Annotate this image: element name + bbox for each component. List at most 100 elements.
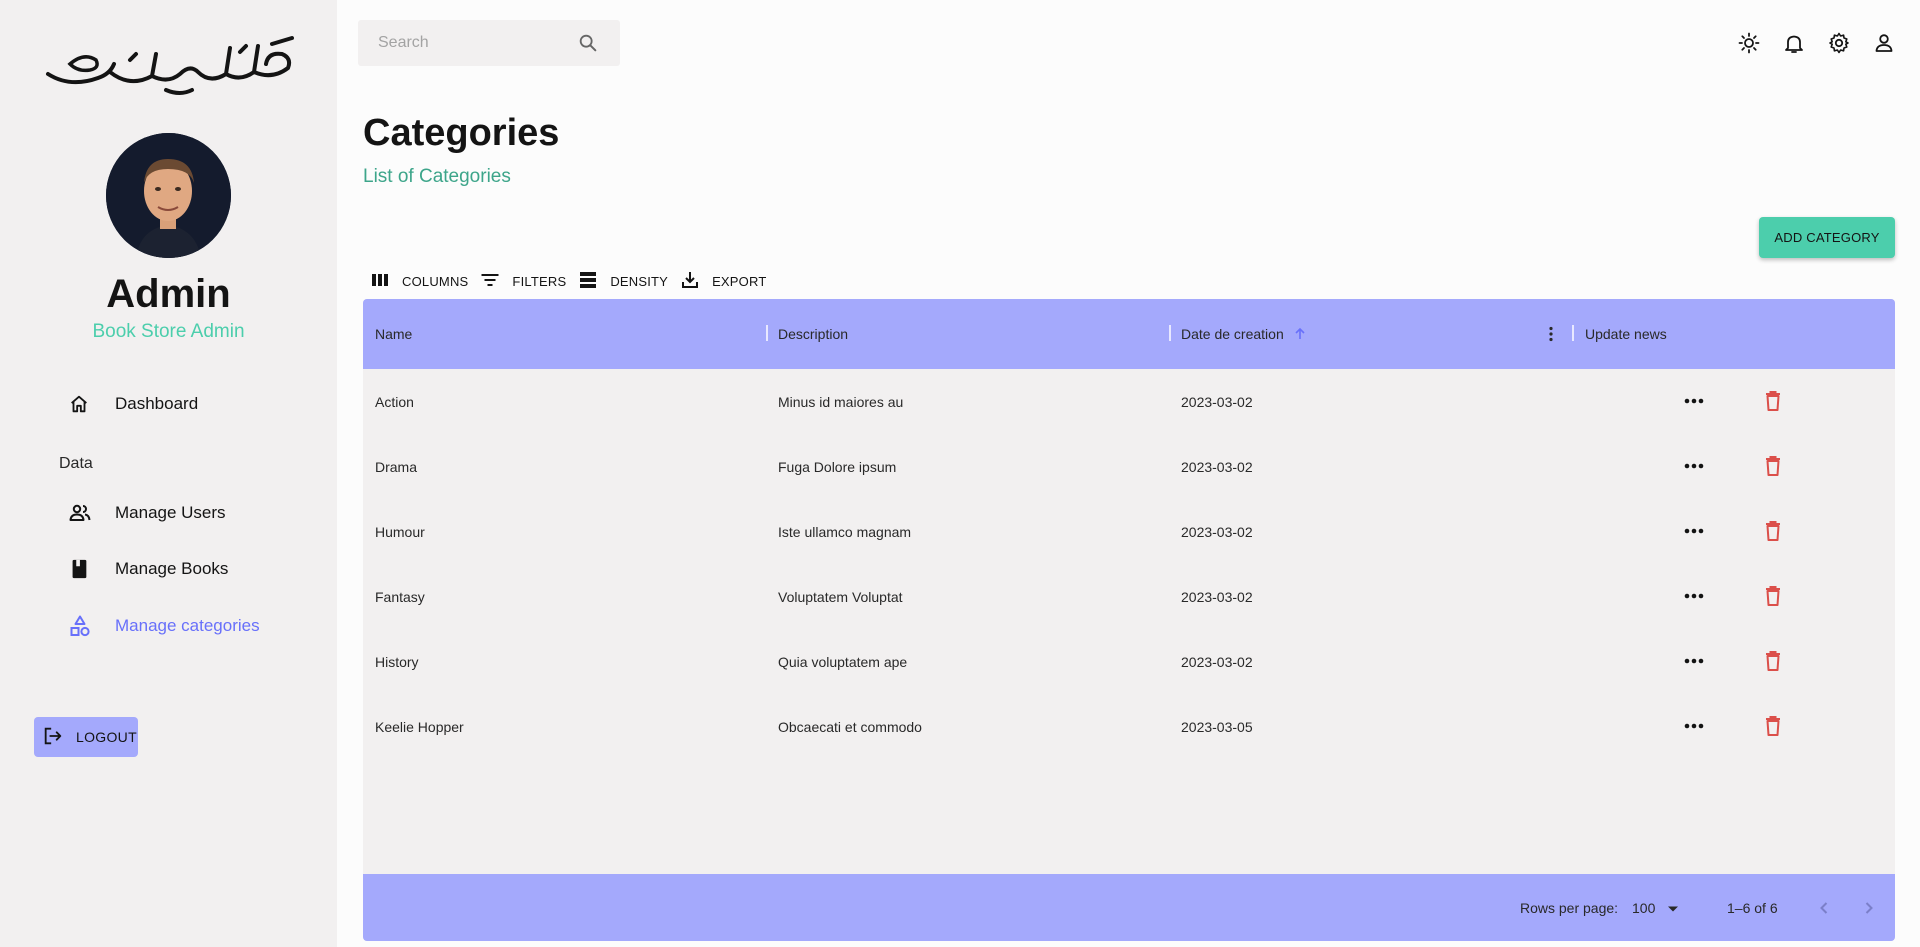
delete-icon[interactable]: [1755, 708, 1791, 744]
table-row: Action Minus id maiores au 2023-03-02: [363, 369, 1895, 434]
avatar: [106, 133, 231, 258]
column-header-name[interactable]: Name: [375, 299, 412, 369]
cell-name: Drama: [375, 458, 418, 475]
search-bar: [358, 20, 620, 66]
column-header-date[interactable]: Date de creation: [1181, 299, 1308, 369]
sort-ascending-icon[interactable]: [1292, 326, 1308, 342]
profile-role: Book Store Admin: [92, 321, 245, 342]
delete-icon[interactable]: [1755, 448, 1791, 484]
table-row: Drama Fuga Dolore ipsum 2023-03-02: [363, 434, 1895, 499]
caret-down-icon: [1667, 900, 1679, 916]
cell-name: Fantasy: [375, 588, 425, 605]
export-label: EXPORT: [712, 273, 767, 289]
chevron-right-icon[interactable]: [1851, 890, 1887, 926]
person-icon[interactable]: [1861, 20, 1906, 65]
more-options-icon[interactable]: [1676, 708, 1712, 744]
profile-name: Admin: [106, 272, 231, 316]
column-header-description[interactable]: Description: [778, 299, 848, 369]
delete-icon[interactable]: [1755, 383, 1791, 419]
sidebar-item-dashboard[interactable]: Dashboard: [60, 384, 198, 424]
cell-description: Obcaecati et commodo: [778, 718, 922, 735]
categories-table: Name Description Date de creation Update…: [363, 299, 1895, 941]
table-row: History Quia voluptatem ape 2023-03-02: [363, 629, 1895, 694]
column-menu-icon[interactable]: [1543, 299, 1559, 369]
sidebar-item-label: Dashboard: [115, 394, 199, 413]
delete-icon[interactable]: [1755, 578, 1791, 614]
light-mode-icon[interactable]: [1726, 20, 1771, 65]
brand-logo: [46, 36, 294, 95]
more-options-icon[interactable]: [1676, 383, 1712, 419]
cell-name: Keelie Hopper: [375, 718, 464, 735]
export-button[interactable]: EXPORT: [680, 270, 766, 293]
columns-button[interactable]: COLUMNS: [370, 270, 468, 293]
more-options-icon[interactable]: [1676, 643, 1712, 679]
more-options-icon[interactable]: [1676, 448, 1712, 484]
cell-date: 2023-03-02: [1181, 588, 1253, 605]
rows-per-page-value: 100: [1632, 899, 1656, 916]
home-icon: [60, 392, 100, 416]
cell-date: 2023-03-02: [1181, 393, 1253, 410]
logout-button[interactable]: LOGOUT: [34, 717, 138, 757]
grid-toolbar: COLUMNS FILTERS DENSITY EXPORT: [370, 268, 778, 294]
people-icon: [60, 501, 100, 525]
column-separator[interactable]: [766, 325, 768, 341]
cell-description: Iste ullamco magnam: [778, 523, 912, 540]
sidebar-item-manage-categories[interactable]: Manage categories: [60, 606, 260, 646]
more-options-icon[interactable]: [1676, 578, 1712, 614]
sidebar-item-label: Manage categories: [115, 616, 260, 635]
delete-icon[interactable]: [1755, 513, 1791, 549]
cell-description: Quia voluptatem ape: [778, 653, 908, 670]
density-button[interactable]: DENSITY: [578, 270, 668, 293]
columns-label: COLUMNS: [402, 273, 469, 289]
chevron-left-icon[interactable]: [1806, 890, 1842, 926]
table-row: Fantasy Voluptatem Voluptat 2023-03-02: [363, 564, 1895, 629]
sidebar-item-label: Manage Books: [115, 559, 229, 578]
cell-description: Voluptatem Voluptat: [778, 588, 903, 605]
book-icon: [60, 557, 100, 581]
column-header-update-news[interactable]: Update news: [1585, 299, 1667, 369]
column-header-date-label: Date de creation: [1181, 326, 1284, 342]
cell-date: 2023-03-05: [1181, 718, 1253, 735]
logout-label: LOGOUT: [76, 729, 137, 745]
delete-icon[interactable]: [1755, 643, 1791, 679]
table-row: Humour Iste ullamco magnam 2023-03-02: [363, 499, 1895, 564]
rows-per-page-label: Rows per page:: [1520, 899, 1619, 916]
cell-description: Minus id maiores au: [778, 393, 904, 410]
columns-icon: [370, 270, 390, 293]
cell-date: 2023-03-02: [1181, 653, 1253, 670]
add-category-button[interactable]: ADD CATEGORY: [1759, 217, 1895, 258]
search-icon[interactable]: [568, 23, 608, 63]
category-icon: [60, 614, 100, 638]
page-subtitle: List of Categories: [363, 166, 511, 187]
download-icon: [680, 270, 700, 293]
topbar-icons: [1726, 20, 1906, 65]
pagination-range: 1–6 of 6: [1727, 899, 1778, 916]
table-header: Name Description Date de creation Update…: [363, 299, 1895, 369]
search-input[interactable]: [358, 20, 568, 66]
sidebar-item-label: Manage Users: [115, 503, 226, 522]
filters-button[interactable]: FILTERS: [480, 270, 566, 293]
rows-per-page-select[interactable]: 100: [1632, 900, 1679, 916]
settings-icon[interactable]: [1816, 20, 1861, 65]
logout-icon: [42, 725, 64, 750]
column-separator[interactable]: [1169, 325, 1171, 341]
sidebar-item-manage-users[interactable]: Manage Users: [60, 493, 226, 533]
cell-description: Fuga Dolore ipsum: [778, 458, 897, 475]
cell-name: Humour: [375, 523, 425, 540]
notifications-icon[interactable]: [1771, 20, 1816, 65]
cell-name: Action: [375, 393, 414, 410]
cell-date: 2023-03-02: [1181, 523, 1253, 540]
filter-icon: [480, 270, 500, 293]
table-row: Keelie Hopper Obcaecati et commodo 2023-…: [363, 694, 1895, 759]
sidebar-item-manage-books[interactable]: Manage Books: [60, 549, 228, 589]
page-title: Categories: [363, 112, 560, 154]
column-separator[interactable]: [1572, 325, 1574, 341]
more-options-icon[interactable]: [1676, 513, 1712, 549]
filters-label: FILTERS: [512, 273, 567, 289]
density-label: DENSITY: [610, 273, 669, 289]
sidebar: Admin Book Store Admin Dashboard Data Ma…: [0, 0, 337, 947]
table-footer: Rows per page: 100 1–6 of 6: [363, 874, 1895, 941]
cell-name: History: [375, 653, 419, 670]
density-icon: [578, 270, 598, 293]
cell-date: 2023-03-02: [1181, 458, 1253, 475]
